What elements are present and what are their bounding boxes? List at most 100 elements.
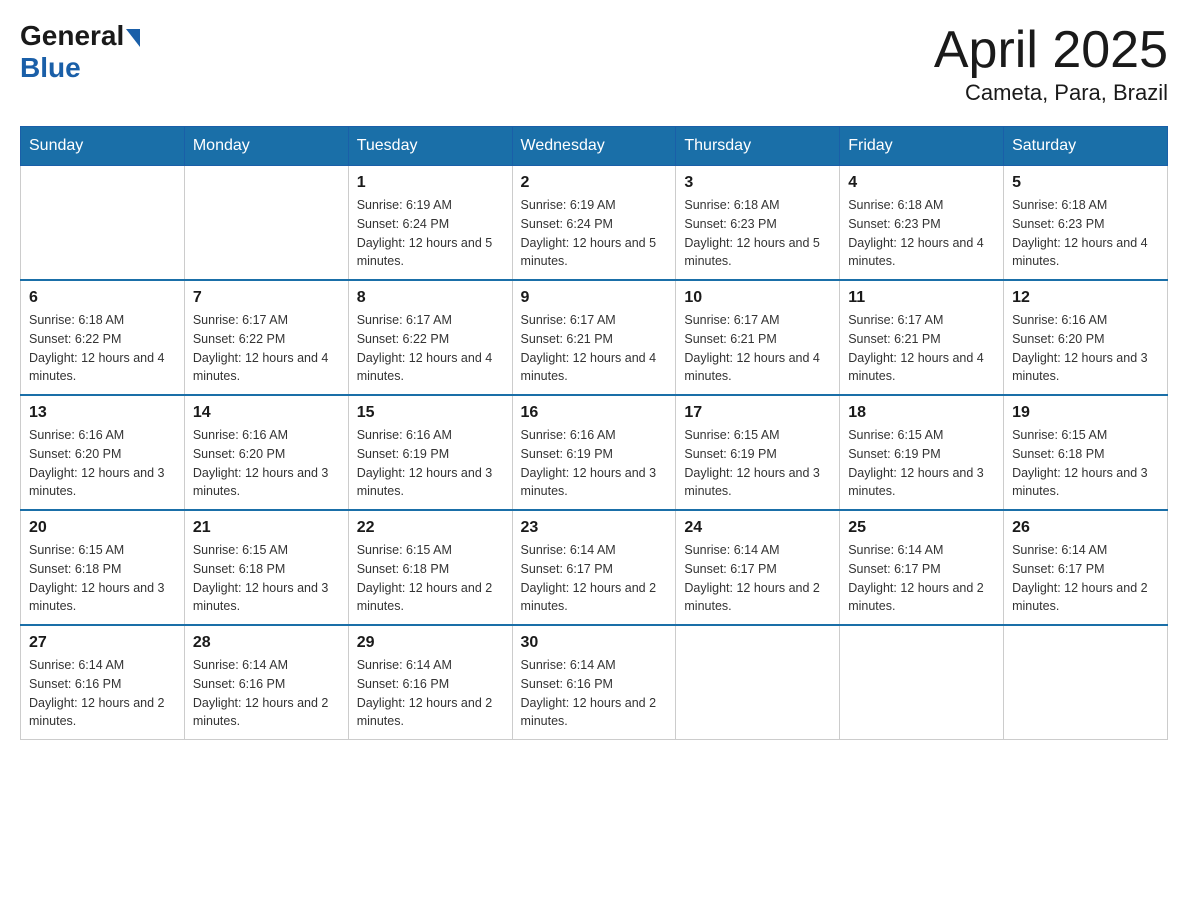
logo: General Blue [20,20,140,84]
day-number: 23 [521,519,668,537]
day-number: 26 [1012,519,1159,537]
calendar-day-cell: 24 Sunrise: 6:14 AMSunset: 6:17 PMDayligh… [676,510,840,625]
day-number: 27 [29,634,176,652]
day-number: 3 [684,174,831,192]
calendar-table: SundayMondayTuesdayWednesdayThursdayFrid… [20,126,1168,740]
main-title: April 2025 [934,20,1168,80]
calendar-day-cell: 12 Sunrise: 6:16 AMSunset: 6:20 PMDayligh… [1004,280,1168,395]
calendar-day-cell: 30 Sunrise: 6:14 AMSunset: 6:16 PMDayligh… [512,625,676,740]
day-info: Sunrise: 6:16 AMSunset: 6:20 PMDaylight:… [29,426,176,501]
calendar-day-cell: 13 Sunrise: 6:16 AMSunset: 6:20 PMDayligh… [21,395,185,510]
calendar-day-cell: 11Sunrise: 6:17 AMSunset: 6:21 PMDayligh… [840,280,1004,395]
day-number: 10 [684,289,831,307]
day-info: Sunrise: 6:16 AMSunset: 6:20 PMDaylight:… [193,426,340,501]
day-number: 5 [1012,174,1159,192]
day-number: 21 [193,519,340,537]
day-number: 19 [1012,404,1159,422]
calendar-header-row: SundayMondayTuesdayWednesdayThursdayFrid… [21,127,1168,166]
day-info: Sunrise: 6:14 AMSunset: 6:16 PMDaylight:… [521,656,668,731]
day-number: 15 [357,404,504,422]
page-header: General Blue April 2025 Cameta, Para, Br… [20,20,1168,106]
day-info: Sunrise: 6:14 AMSunset: 6:17 PMDaylight:… [521,541,668,616]
day-info: Sunrise: 6:14 AMSunset: 6:17 PMDaylight:… [848,541,995,616]
day-of-week-header: Saturday [1004,127,1168,166]
day-number: 8 [357,289,504,307]
logo-arrow-icon [126,29,140,47]
day-of-week-header: Tuesday [348,127,512,166]
day-number: 13 [29,404,176,422]
day-info: Sunrise: 6:15 AMSunset: 6:19 PMDaylight:… [848,426,995,501]
day-info: Sunrise: 6:15 AMSunset: 6:18 PMDaylight:… [193,541,340,616]
day-number: 12 [1012,289,1159,307]
calendar-day-cell [21,166,185,281]
day-info: Sunrise: 6:14 AMSunset: 6:16 PMDaylight:… [193,656,340,731]
calendar-day-cell: 1Sunrise: 6:19 AMSunset: 6:24 PMDaylight… [348,166,512,281]
day-of-week-header: Sunday [21,127,185,166]
calendar-day-cell [676,625,840,740]
calendar-day-cell: 27 Sunrise: 6:14 AMSunset: 6:16 PMDayligh… [21,625,185,740]
calendar-day-cell: 29 Sunrise: 6:14 AMSunset: 6:16 PMDayligh… [348,625,512,740]
day-info: Sunrise: 6:14 AMSunset: 6:16 PMDaylight:… [29,656,176,731]
day-number: 29 [357,634,504,652]
day-info: Sunrise: 6:18 AMSunset: 6:23 PMDaylight:… [1012,196,1159,271]
day-info: Sunrise: 6:16 AMSunset: 6:19 PMDaylight:… [357,426,504,501]
calendar-day-cell: 2Sunrise: 6:19 AMSunset: 6:24 PMDaylight… [512,166,676,281]
day-number: 17 [684,404,831,422]
logo-general-text: General [20,20,124,52]
title-area: April 2025 Cameta, Para, Brazil [934,20,1168,106]
calendar-day-cell: 5 Sunrise: 6:18 AMSunset: 6:23 PMDaylight… [1004,166,1168,281]
day-info: Sunrise: 6:17 AMSunset: 6:21 PMDaylight:… [684,311,831,386]
calendar-day-cell: 22 Sunrise: 6:15 AMSunset: 6:18 PMDayligh… [348,510,512,625]
day-of-week-header: Wednesday [512,127,676,166]
calendar-day-cell: 17 Sunrise: 6:15 AMSunset: 6:19 PMDayligh… [676,395,840,510]
day-info: Sunrise: 6:16 AMSunset: 6:19 PMDaylight:… [521,426,668,501]
calendar-day-cell: 14 Sunrise: 6:16 AMSunset: 6:20 PMDayligh… [184,395,348,510]
calendar-day-cell: 18 Sunrise: 6:15 AMSunset: 6:19 PMDayligh… [840,395,1004,510]
calendar-day-cell: 21 Sunrise: 6:15 AMSunset: 6:18 PMDayligh… [184,510,348,625]
calendar-day-cell: 20Sunrise: 6:15 AMSunset: 6:18 PMDayligh… [21,510,185,625]
day-number: 9 [521,289,668,307]
calendar-week-row: 1Sunrise: 6:19 AMSunset: 6:24 PMDaylight… [21,166,1168,281]
logo-blue-text: Blue [20,52,81,84]
day-number: 6 [29,289,176,307]
day-info: Sunrise: 6:18 AMSunset: 6:23 PMDaylight:… [848,196,995,271]
calendar-day-cell: 25Sunrise: 6:14 AMSunset: 6:17 PMDayligh… [840,510,1004,625]
calendar-day-cell: 28 Sunrise: 6:14 AMSunset: 6:16 PMDayligh… [184,625,348,740]
calendar-day-cell: 10 Sunrise: 6:17 AMSunset: 6:21 PMDayligh… [676,280,840,395]
day-info: Sunrise: 6:15 AMSunset: 6:18 PMDaylight:… [357,541,504,616]
day-number: 30 [521,634,668,652]
calendar-day-cell [840,625,1004,740]
calendar-week-row: 27 Sunrise: 6:14 AMSunset: 6:16 PMDayligh… [21,625,1168,740]
day-info: Sunrise: 6:18 AMSunset: 6:22 PMDaylight:… [29,311,176,386]
calendar-day-cell: 6 Sunrise: 6:18 AMSunset: 6:22 PMDaylight… [21,280,185,395]
day-number: 22 [357,519,504,537]
day-number: 2 [521,174,668,192]
day-number: 1 [357,174,504,192]
day-number: 14 [193,404,340,422]
subtitle: Cameta, Para, Brazil [934,80,1168,106]
day-info: Sunrise: 6:15 AMSunset: 6:18 PMDaylight:… [29,541,176,616]
day-number: 18 [848,404,995,422]
day-info: Sunrise: 6:16 AMSunset: 6:20 PMDaylight:… [1012,311,1159,386]
day-info: Sunrise: 6:17 AMSunset: 6:22 PMDaylight:… [357,311,504,386]
day-number: 7 [193,289,340,307]
day-info: Sunrise: 6:15 AMSunset: 6:18 PMDaylight:… [1012,426,1159,501]
calendar-day-cell: 7 Sunrise: 6:17 AMSunset: 6:22 PMDaylight… [184,280,348,395]
day-info: Sunrise: 6:18 AMSunset: 6:23 PMDaylight:… [684,196,831,271]
calendar-day-cell: 8 Sunrise: 6:17 AMSunset: 6:22 PMDaylight… [348,280,512,395]
calendar-day-cell: 19 Sunrise: 6:15 AMSunset: 6:18 PMDayligh… [1004,395,1168,510]
day-number: 28 [193,634,340,652]
day-info: Sunrise: 6:17 AMSunset: 6:22 PMDaylight:… [193,311,340,386]
day-info: Sunrise: 6:14 AMSunset: 6:17 PMDaylight:… [684,541,831,616]
day-info: Sunrise: 6:17 AMSunset: 6:21 PMDaylight:… [521,311,668,386]
day-info: Sunrise: 6:14 AMSunset: 6:17 PMDaylight:… [1012,541,1159,616]
day-info: Sunrise: 6:17 AMSunset: 6:21 PMDaylight:… [848,311,995,386]
calendar-week-row: 20Sunrise: 6:15 AMSunset: 6:18 PMDayligh… [21,510,1168,625]
calendar-day-cell [1004,625,1168,740]
day-info: Sunrise: 6:15 AMSunset: 6:19 PMDaylight:… [684,426,831,501]
day-number: 24 [684,519,831,537]
calendar-week-row: 13 Sunrise: 6:16 AMSunset: 6:20 PMDayligh… [21,395,1168,510]
day-of-week-header: Monday [184,127,348,166]
day-info: Sunrise: 6:14 AMSunset: 6:16 PMDaylight:… [357,656,504,731]
calendar-day-cell: 9 Sunrise: 6:17 AMSunset: 6:21 PMDaylight… [512,280,676,395]
